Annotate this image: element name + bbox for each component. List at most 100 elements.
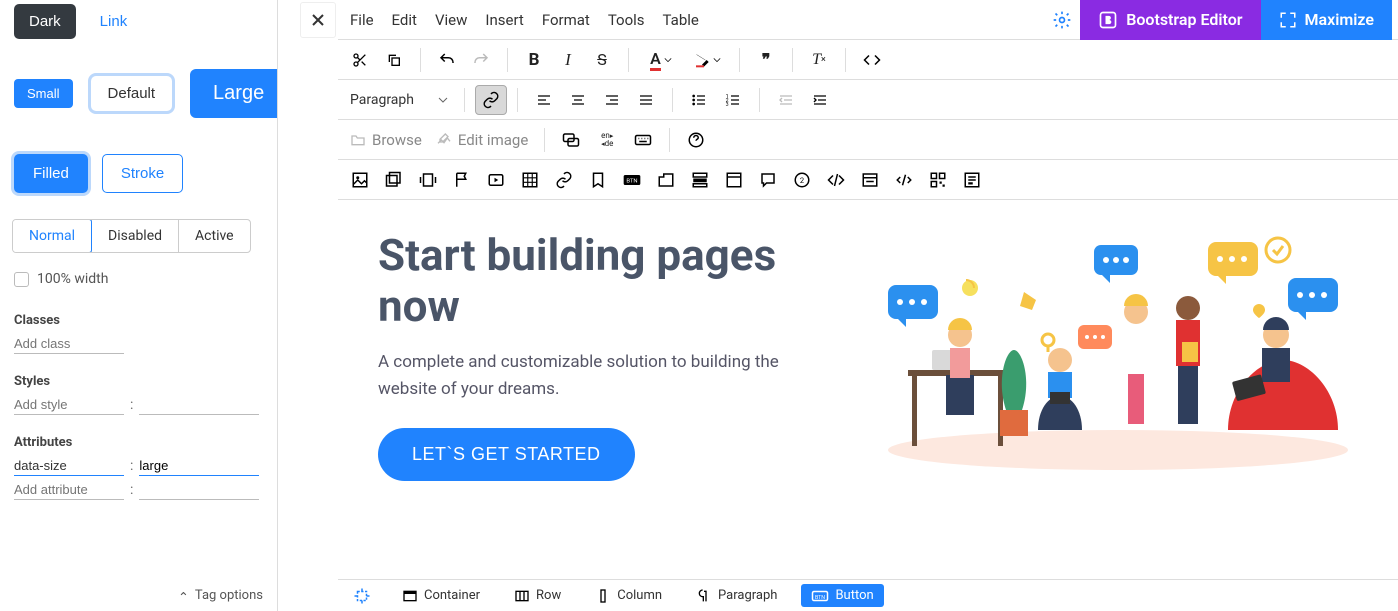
undo-button[interactable] xyxy=(431,45,463,75)
browse-button[interactable]: Browse xyxy=(344,125,428,155)
crumb-column-label: Column xyxy=(617,588,662,603)
clear-format-button[interactable]: T× xyxy=(803,45,835,75)
paragraph-style-dropdown[interactable]: Paragraph xyxy=(344,90,454,110)
insert-embed-button[interactable] xyxy=(820,165,852,195)
crumb-row[interactable]: Row xyxy=(504,584,571,608)
checkbox-icon[interactable] xyxy=(14,272,29,287)
insert-video-button[interactable] xyxy=(480,165,512,195)
editor-canvas[interactable]: Start building pages now A complete and … xyxy=(338,200,1398,579)
edit-image-button[interactable]: Edit image xyxy=(430,125,534,155)
add-class-input[interactable] xyxy=(14,334,124,354)
bootstrap-icon xyxy=(1098,10,1118,30)
state-disabled-tab[interactable]: Disabled xyxy=(91,220,178,252)
align-justify-button[interactable] xyxy=(630,85,662,115)
menu-view[interactable]: View xyxy=(435,11,467,29)
highlight-button[interactable] xyxy=(685,45,729,75)
chat-button[interactable] xyxy=(555,125,587,155)
state-normal-tab[interactable]: Normal xyxy=(12,219,92,253)
insert-button-button[interactable]: BTN xyxy=(616,165,648,195)
full-width-row[interactable]: 100% width xyxy=(0,263,277,295)
cut-button[interactable] xyxy=(344,45,376,75)
insert-comment-button[interactable] xyxy=(752,165,784,195)
insert-qr-button[interactable] xyxy=(922,165,954,195)
insert-gallery-button[interactable] xyxy=(378,165,410,195)
hero-subtitle[interactable]: A complete and customizable solution to … xyxy=(378,349,838,402)
fill-filled-button[interactable]: Filled xyxy=(14,154,88,193)
size-small-button[interactable]: Small xyxy=(14,79,73,108)
blockquote-button[interactable]: ❞ xyxy=(750,45,782,75)
code-button[interactable] xyxy=(856,45,888,75)
text-color-button[interactable]: A xyxy=(639,45,683,75)
menu-edit[interactable]: Edit xyxy=(392,11,417,29)
insert-bookmark-button[interactable] xyxy=(582,165,614,195)
insert-snippet-button[interactable] xyxy=(718,165,750,195)
tag-options-button[interactable]: ⌄ Tag options xyxy=(178,588,263,603)
link-button[interactable] xyxy=(475,85,507,115)
numbered-list-button[interactable]: 123 xyxy=(717,85,749,115)
insert-counter-button[interactable]: 2 xyxy=(786,165,818,195)
add-style-input[interactable] xyxy=(14,395,124,415)
bootstrap-editor-button[interactable]: Bootstrap Editor xyxy=(1080,0,1260,40)
insert-table-button[interactable] xyxy=(514,165,546,195)
insert-card-button[interactable] xyxy=(854,165,886,195)
embed-icon xyxy=(827,171,845,189)
menu-insert[interactable]: Insert xyxy=(485,11,523,29)
bold-button[interactable]: B xyxy=(518,45,550,75)
state-active-tab[interactable]: Active xyxy=(178,220,250,252)
menu-table[interactable]: Table xyxy=(663,11,699,29)
insert-tabs-button[interactable] xyxy=(650,165,682,195)
crumb-container[interactable]: Container xyxy=(392,584,490,608)
keyboard-button[interactable] xyxy=(627,125,659,155)
indent-button[interactable] xyxy=(804,85,836,115)
align-left-button[interactable] xyxy=(528,85,560,115)
insert-html-button[interactable] xyxy=(888,165,920,195)
menu-file[interactable]: File xyxy=(350,11,374,29)
maximize-icon xyxy=(1279,11,1297,29)
hero-title[interactable]: Start building pages now xyxy=(378,230,838,331)
insert-image-button[interactable] xyxy=(344,165,376,195)
style-value-input[interactable] xyxy=(139,395,259,415)
insert-carousel-button[interactable] xyxy=(412,165,444,195)
tabs-icon xyxy=(657,171,675,189)
crumb-column[interactable]: Column xyxy=(585,584,672,608)
variant-dark-button[interactable]: Dark xyxy=(14,4,76,39)
insert-flag-button[interactable] xyxy=(446,165,478,195)
chevron-down-icon xyxy=(438,95,448,105)
size-default-button[interactable]: Default xyxy=(91,76,173,111)
fill-stroke-button[interactable]: Stroke xyxy=(102,154,183,193)
crumb-button[interactable]: BTN Button xyxy=(801,584,883,607)
size-large-button[interactable]: Large xyxy=(190,69,278,118)
bullet-list-button[interactable] xyxy=(683,85,715,115)
attr-value-input[interactable] xyxy=(139,456,259,476)
insert-form-button[interactable] xyxy=(956,165,988,195)
maximize-button[interactable]: Maximize xyxy=(1261,0,1392,40)
cta-button[interactable]: LET`S GET STARTED xyxy=(378,428,635,481)
copy-button[interactable] xyxy=(378,45,410,75)
gallery-icon xyxy=(385,171,403,189)
language-button[interactable]: en▸ ◂de xyxy=(589,125,625,155)
maximize-label: Maximize xyxy=(1305,10,1374,29)
insert-accordion-button[interactable] xyxy=(684,165,716,195)
image-icon xyxy=(351,171,369,189)
help-button[interactable] xyxy=(680,125,712,155)
align-center-button[interactable] xyxy=(562,85,594,115)
italic-button[interactable]: I xyxy=(552,45,584,75)
toolbar-row-1: B I S A ❞ T× xyxy=(338,40,1398,80)
hero-section: Start building pages now A complete and … xyxy=(368,220,1368,500)
strikethrough-button[interactable]: S xyxy=(586,45,618,75)
variant-link-button[interactable]: Link xyxy=(86,5,142,38)
settings-button[interactable] xyxy=(1044,2,1080,38)
insert-link-button[interactable] xyxy=(548,165,580,195)
outdent-button[interactable] xyxy=(770,85,802,115)
redo-button[interactable] xyxy=(465,45,497,75)
edit-image-label: Edit image xyxy=(458,131,528,149)
attr-value-input-2[interactable] xyxy=(139,480,259,500)
counter-icon: 2 xyxy=(793,171,811,189)
add-attr-input[interactable] xyxy=(14,480,124,500)
crumb-paragraph[interactable]: Paragraph xyxy=(686,584,787,608)
menu-tools[interactable]: Tools xyxy=(608,11,645,29)
menu-format[interactable]: Format xyxy=(542,11,590,29)
select-parent-button[interactable] xyxy=(346,581,378,611)
attr-name-input[interactable] xyxy=(14,456,124,476)
align-right-button[interactable] xyxy=(596,85,628,115)
